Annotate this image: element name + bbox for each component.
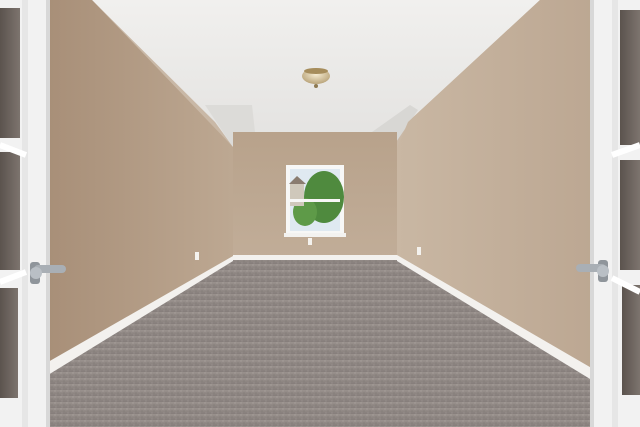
neighbor-house	[290, 184, 304, 206]
window	[284, 165, 346, 237]
baseboard-back	[233, 255, 397, 260]
room-photo	[0, 0, 640, 427]
outlet-right	[417, 247, 421, 255]
outlet-left	[195, 252, 199, 260]
outlet-back	[308, 238, 312, 245]
